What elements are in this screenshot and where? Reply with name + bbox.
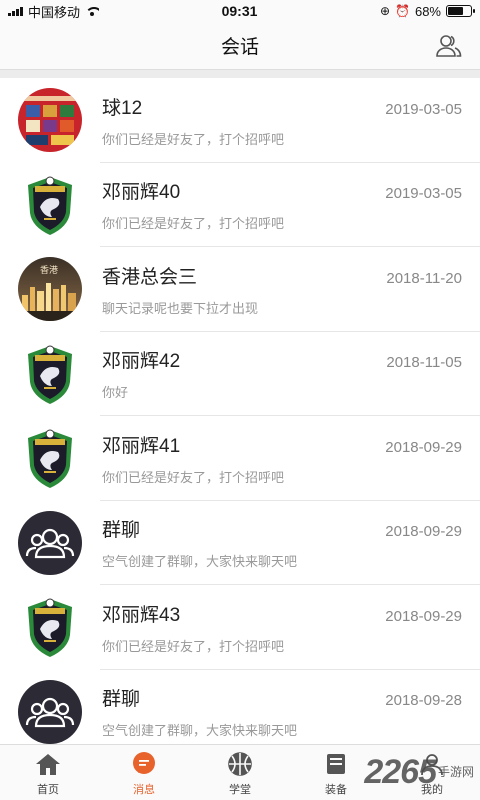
conversation-name: 球12 (102, 97, 143, 119)
conversation-date: 2018-11-20 (386, 269, 462, 287)
tab-equipment[interactable]: 装备 (288, 745, 384, 800)
conversation-item[interactable]: 邓丽辉41 2018-09-29 你们已经是好友了，打个招呼吧 (0, 416, 480, 501)
status-bar: 中国移动 09:31 ⊕ ⏰ 68% (0, 0, 480, 22)
conversation-item[interactable]: 香港 香港总会三 2018-11-20 聊天记录呢也要下拉才出现 (0, 247, 480, 332)
message-icon (131, 751, 157, 777)
avatar (18, 426, 82, 491)
conversation-date: 2018-09-29 (385, 607, 462, 625)
conversation-preview: 你们已经是好友了，打个招呼吧 (102, 216, 285, 232)
svg-text:香港: 香港 (40, 264, 58, 276)
conversation-item[interactable]: 邓丽辉42 2018-11-05 你好 (0, 332, 480, 417)
conversation-preview: 空气创建了群聊，大家快来聊天吧 (102, 554, 298, 570)
alarm-icon: ⏰ (395, 4, 410, 18)
page-title: 会话 (220, 37, 259, 58)
avatar (18, 88, 82, 153)
conversation-item[interactable]: 群聊 2018-09-29 空气创建了群聊，大家快来聊天吧 (0, 501, 480, 586)
group-avatar (18, 510, 82, 575)
conversation-name: 邓丽辉41 (102, 435, 181, 457)
tab-label: 我的 (421, 784, 443, 796)
conversation-date: 2018-09-28 (385, 692, 462, 710)
conversation-date: 2018-09-29 (385, 438, 462, 456)
carrier-label: 中国移动 (28, 4, 81, 20)
lock-rotation-icon: ⊕ (379, 4, 391, 18)
conversation-name: 邓丽辉43 (102, 604, 181, 626)
conversation-preview: 聊天记录呢也要下拉才出现 (102, 300, 259, 316)
tab-home[interactable]: 首页 (0, 745, 96, 800)
conversation-item[interactable]: 球12 2019-03-05 你们已经是好友了，打个招呼吧 (0, 78, 480, 163)
tab-profile[interactable]: 我的 (384, 745, 480, 800)
tab-label: 消息 (133, 784, 155, 796)
conversation-date: 2019-03-05 (385, 185, 462, 203)
status-time: 09:31 (221, 3, 258, 19)
conversation-date: 2018-09-29 (385, 523, 462, 541)
contacts-icon[interactable] (436, 34, 462, 58)
avatar: 香港 (18, 257, 82, 322)
conversation-name: 群聊 (102, 689, 141, 711)
conversation-date: 2019-03-05 (385, 100, 462, 118)
conversation-list: 球12 2019-03-05 你们已经是好友了，打个招呼吧 邓丽辉40 2019… (0, 78, 480, 754)
avatar (18, 595, 82, 660)
conversation-date: 2018-11-05 (386, 354, 462, 372)
conversation-name: 群聊 (102, 520, 141, 542)
conversation-name: 香港总会三 (102, 266, 198, 288)
basketball-icon (227, 751, 253, 777)
home-icon (35, 751, 61, 777)
tab-messages[interactable]: 消息 (96, 745, 192, 800)
avatar (18, 341, 82, 406)
conversation-preview: 你们已经是好友了，打个招呼吧 (102, 638, 285, 654)
wifi-icon (85, 6, 100, 16)
conversation-name: 邓丽辉40 (102, 182, 181, 204)
avatar (18, 172, 82, 237)
header-divider (0, 70, 480, 78)
signal-icon (8, 6, 23, 16)
conversation-preview: 空气创建了群聊，大家快来聊天吧 (102, 723, 298, 739)
conversation-preview: 你们已经是好友了，打个招呼吧 (102, 131, 285, 147)
conversation-item[interactable]: 邓丽辉43 2018-09-29 你们已经是好友了，打个招呼吧 (0, 585, 480, 670)
conversation-preview: 你好 (102, 385, 129, 401)
conversation-item[interactable]: 邓丽辉40 2019-03-05 你们已经是好友了，打个招呼吧 (0, 163, 480, 248)
conversation-preview: 你们已经是好友了，打个招呼吧 (102, 469, 285, 485)
tab-label: 首页 (37, 784, 59, 796)
tab-label: 学堂 (229, 784, 251, 796)
equipment-icon (323, 751, 349, 777)
tab-label: 装备 (325, 784, 347, 796)
bottom-tab-bar: 首页 消息 学堂 装备 我的 2265 手游网 (0, 744, 480, 800)
battery-icon (446, 5, 475, 17)
group-avatar (18, 679, 82, 744)
tab-school[interactable]: 学堂 (192, 745, 288, 800)
profile-icon (419, 751, 445, 777)
conversation-item[interactable]: 群聊 2018-09-28 空气创建了群聊，大家快来聊天吧 (0, 670, 480, 755)
nav-header: 会话 (0, 22, 480, 70)
battery-percent: 68% (414, 3, 441, 19)
conversation-name: 邓丽辉42 (102, 351, 181, 373)
